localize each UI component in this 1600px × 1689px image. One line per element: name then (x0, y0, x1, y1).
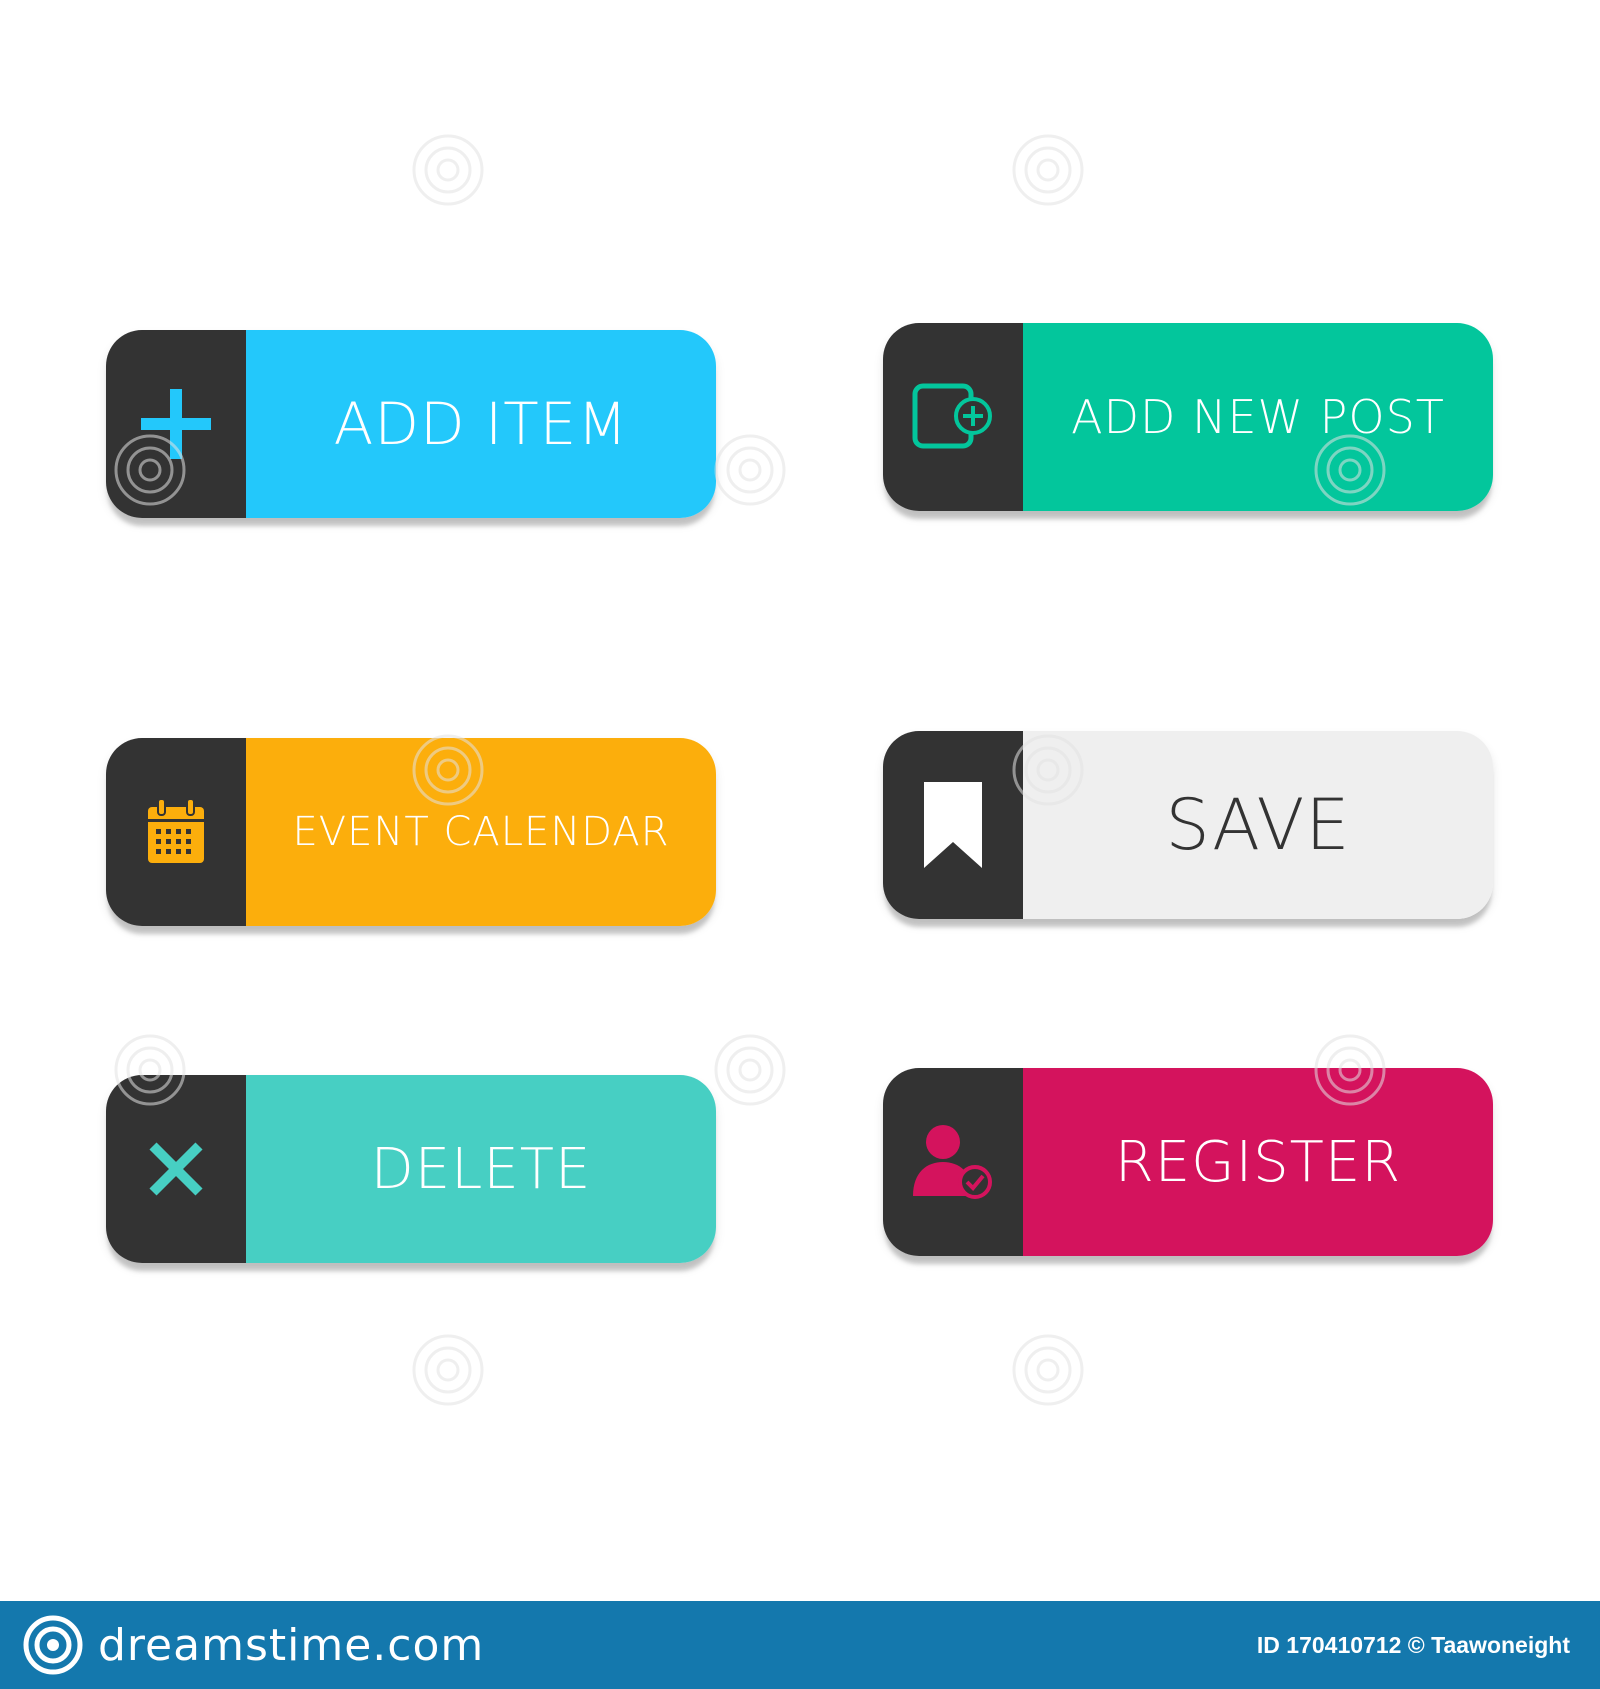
bookmark-icon (924, 782, 982, 868)
plus-icon (141, 389, 211, 459)
delete-label: DELETE (246, 1075, 716, 1263)
add-item-icon-panel (106, 330, 246, 518)
footer-bar: dreamstime.com ID 170410712 © Taawoneigh… (0, 1601, 1600, 1689)
footer-brand: dreamstime.com (98, 1619, 485, 1671)
add-item-label: ADD ITEM (246, 330, 716, 518)
event-calendar-button[interactable]: EVENT CALENDAR (106, 738, 716, 926)
watermark-spiral (412, 134, 484, 206)
register-label: REGISTER (1023, 1068, 1493, 1256)
save-label: SAVE (1023, 731, 1493, 919)
footer-credit: ID 170410712 © Taawoneight (1256, 1631, 1570, 1658)
event-calendar-label: EVENT CALENDAR (246, 738, 716, 926)
canvas: ADD ITEM ADD NEW POST EVENT CALENDAR SAV… (0, 0, 1600, 1689)
register-icon-panel (883, 1068, 1023, 1256)
watermark-spiral (1012, 1334, 1084, 1406)
watermark-spiral (412, 1334, 484, 1406)
event-calendar-icon-panel (106, 738, 246, 926)
delete-icon-panel (106, 1075, 246, 1263)
save-button[interactable]: SAVE (883, 731, 1493, 919)
add-new-post-label: ADD NEW POST (1023, 323, 1493, 511)
add-new-post-icon-panel (883, 323, 1023, 511)
save-icon-panel (883, 731, 1023, 919)
watermark-spiral (714, 1034, 786, 1106)
calendar-icon (148, 799, 204, 863)
close-icon (149, 1142, 203, 1196)
user-check-icon (913, 1125, 992, 1199)
watermark-spiral (1012, 134, 1084, 206)
new-post-icon (912, 383, 992, 449)
spiral-logo-icon (23, 1615, 83, 1675)
add-new-post-button[interactable]: ADD NEW POST (883, 323, 1493, 511)
register-button[interactable]: REGISTER (883, 1068, 1493, 1256)
delete-button[interactable]: DELETE (106, 1075, 716, 1263)
watermark-spiral (714, 434, 786, 506)
add-item-button[interactable]: ADD ITEM (106, 330, 716, 518)
